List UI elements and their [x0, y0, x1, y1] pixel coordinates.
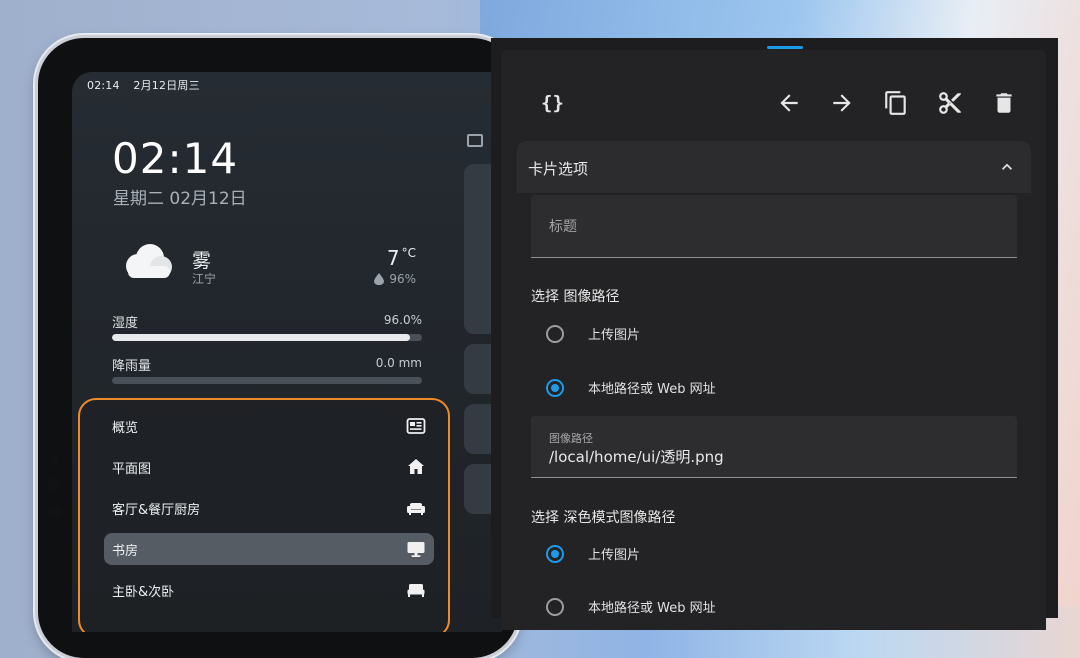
weather-location: 江宁 [192, 272, 217, 286]
nav-item-overview[interactable]: 概览 [104, 410, 434, 442]
clock-time: 02:14 [112, 134, 239, 183]
chevron-up-icon[interactable] [997, 157, 1017, 177]
radio-label: 本地路径或 Web 网址 [588, 382, 716, 397]
status-bar: 02:14 2月12日周三 [87, 77, 210, 93]
rainfall-bar [112, 377, 422, 384]
weather-humidity: 96% [374, 272, 416, 286]
nav-item-label: 主卧&次卧 [112, 584, 175, 600]
weather-temperature: 7 °C [387, 246, 416, 270]
peek-icon [467, 134, 483, 147]
rainfall-label: 降雨量 [112, 359, 152, 374]
humidity-label: 湿度 [112, 316, 139, 331]
delete-icon[interactable] [991, 90, 1017, 116]
monitor-icon [407, 542, 425, 557]
home-icon [408, 459, 424, 474]
cloud-icon [126, 244, 172, 278]
bed-icon [407, 584, 425, 597]
radio-label: 上传图片 [588, 328, 641, 343]
nav-item-bedrooms[interactable]: 主卧&次卧 [104, 574, 434, 606]
image-path-label: 图像路径 [549, 432, 593, 445]
radio-button[interactable] [546, 324, 564, 343]
section-title: 卡片选项 [528, 160, 589, 178]
nav-item-label: 概览 [112, 420, 139, 436]
humidity-value: 96% [389, 272, 416, 286]
radio-dark-upload-image[interactable]: 上传图片 [546, 544, 640, 563]
radio-label: 上传图片 [588, 548, 641, 563]
status-date: 2月12日周三 [133, 79, 200, 92]
tablet-screen: 02:14 2月12日周三 02:14 星期二 02月12日 雾 江宁 7 °C … [72, 72, 502, 632]
radio-button-checked[interactable] [546, 544, 564, 563]
tablet-side-button [47, 478, 61, 492]
card-editor-panel: {} 卡片选项 标题 选择 图像路径 上传图片 本地路径或 Web 网址 图像路… [491, 38, 1058, 630]
image-path-value: /local/home/ui/透明.png [549, 448, 724, 466]
image-path-input[interactable]: 图像路径 /local/home/ui/透明.png [531, 416, 1017, 478]
title-input[interactable]: 标题 [531, 195, 1017, 258]
humidity-reading: 96.0% [383, 313, 422, 327]
nav-item-floorplan[interactable]: 平面图 [104, 451, 434, 483]
tablet-side-button [47, 505, 61, 519]
nav-item-study[interactable]: 书房 [104, 533, 434, 565]
dark-image-group-label: 选择 深色模式图像路径 [531, 510, 676, 526]
editor-content: {} 卡片选项 标题 选择 图像路径 上传图片 本地路径或 Web 网址 图像路… [501, 50, 1046, 630]
humidity-bar [112, 334, 422, 341]
title-placeholder: 标题 [549, 219, 577, 235]
newspaper-icon [406, 418, 426, 434]
cut-icon[interactable] [937, 90, 963, 116]
nav-item-label: 客厅&餐厅厨房 [112, 502, 201, 518]
humidity-bar-fill [112, 334, 410, 341]
tab-indicator [767, 46, 803, 49]
code-editor-icon[interactable]: {} [541, 92, 564, 114]
arrow-left-icon[interactable] [776, 90, 802, 116]
image-path-group-label: 选择 图像路径 [531, 289, 620, 305]
nav-item-living-room[interactable]: 客厅&餐厅厨房 [104, 492, 434, 524]
water-drop-icon [374, 273, 385, 285]
temperature-unit: °C [401, 246, 416, 261]
tablet-side-sensor [51, 455, 59, 463]
clock-date: 星期二 02月12日 [113, 189, 247, 209]
nav-item-label: 书房 [112, 543, 139, 559]
copy-icon[interactable] [883, 90, 909, 116]
weather-condition: 雾 [192, 250, 212, 272]
temperature-value: 7 [386, 246, 400, 270]
rainfall-reading: 0.0 mm [375, 356, 422, 370]
radio-button-checked[interactable] [546, 378, 564, 397]
radio-local-path[interactable]: 本地路径或 Web 网址 [546, 378, 716, 397]
card-options-header[interactable]: 卡片选项 [517, 141, 1031, 193]
status-time: 02:14 [87, 79, 120, 92]
navigation-card: 概览 平面图 客厅&餐厅厨房 书房 主卧&次卧 [78, 398, 450, 632]
arrow-right-icon[interactable] [829, 90, 855, 116]
nav-item-label: 平面图 [112, 461, 152, 477]
sofa-icon [407, 503, 425, 515]
radio-upload-image[interactable]: 上传图片 [546, 324, 640, 343]
